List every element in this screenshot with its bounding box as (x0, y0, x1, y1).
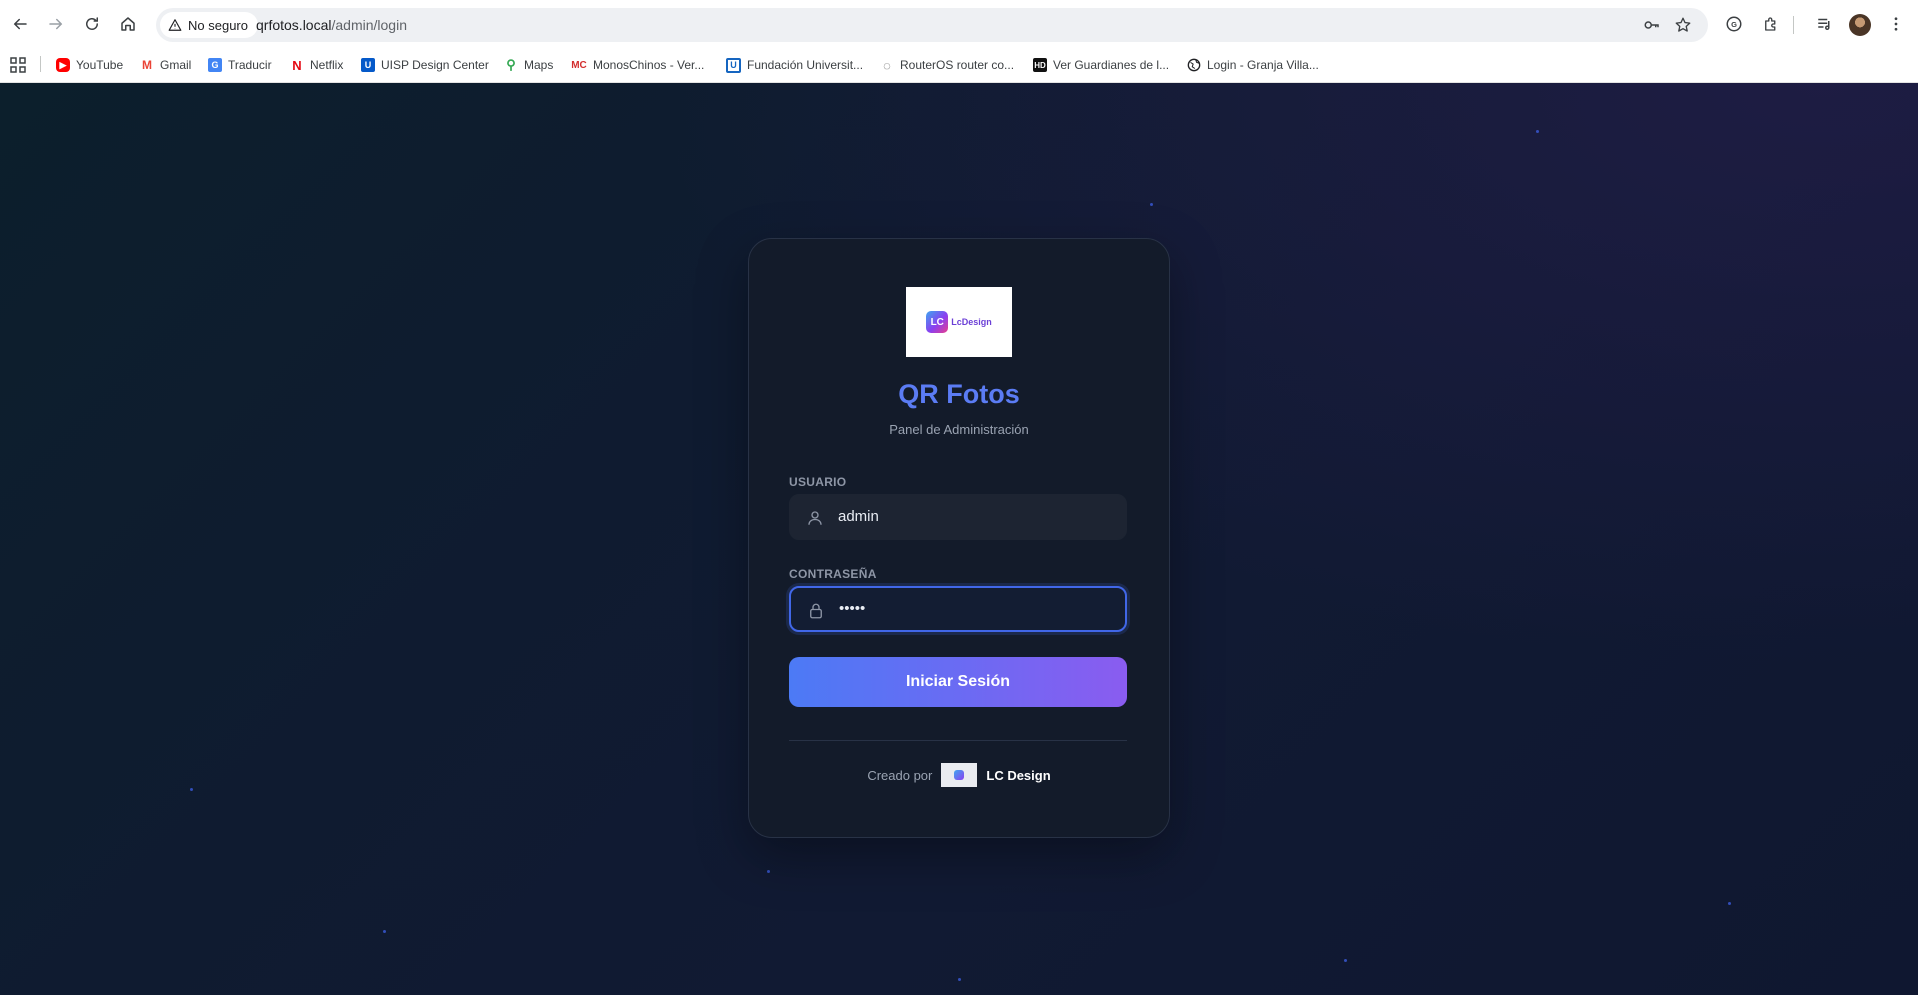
login-card: LC LcDesign QR Fotos Panel de Administra… (748, 238, 1170, 838)
media-control-button[interactable] (1814, 13, 1836, 35)
home-icon (121, 17, 135, 31)
background-dot (1150, 203, 1153, 206)
bookmark-gmail[interactable]: M Gmail (140, 52, 191, 78)
app-title: QR Fotos (898, 379, 1020, 409)
maps-icon: ⚲ (506, 57, 516, 72)
bookmark-label: Gmail (160, 58, 192, 72)
extension-google-icon: G (1726, 16, 1742, 32)
credits: Creado por LC Design (749, 763, 1169, 787)
bookmarks-divider (40, 56, 41, 72)
bookmark-label: YouTube (76, 58, 124, 72)
bookmark-uisp[interactable]: U UISP Design Center (361, 52, 489, 78)
bookmark-maps[interactable]: ⚲ Maps (504, 52, 553, 78)
bookmark-guardianes[interactable]: HD Ver Guardianes de l... (1033, 52, 1169, 78)
profile-avatar[interactable] (1849, 14, 1871, 36)
logo-text: LcDesign (951, 317, 992, 327)
extension-google-button[interactable]: G (1723, 13, 1745, 35)
bookmark-fundacion[interactable]: U Fundación Universit... (726, 52, 863, 78)
background-dot (190, 788, 193, 791)
url-host: qrfotos.local (256, 17, 332, 33)
media-queue-icon (1818, 18, 1830, 30)
password-field[interactable]: ••••• (789, 586, 1127, 632)
password-label: CONTRASEÑA (789, 567, 877, 581)
toolbar-divider (1793, 16, 1794, 34)
back-button[interactable] (8, 12, 32, 36)
bookmark-label: Netflix (310, 58, 344, 72)
bookmark-label: Traducir (228, 58, 272, 72)
password-key-icon[interactable] (1643, 16, 1661, 34)
bookmark-label: RouterOS router co... (900, 58, 1015, 72)
security-chip[interactable]: No seguro (160, 12, 258, 38)
netflix-icon: N (292, 57, 302, 73)
bookmark-label: Fundación Universit... (747, 58, 864, 72)
globe-icon (1187, 58, 1201, 72)
lc-mini-logo-icon (954, 770, 965, 780)
apps-grid-icon (10, 57, 26, 73)
url-path: /admin/login (331, 17, 407, 33)
bookmark-monoschinos[interactable]: MC MonosChinos - Ver... (571, 52, 704, 78)
username-label: USUARIO (789, 475, 847, 489)
bookmark-traducir[interactable]: G Traducir (208, 52, 272, 78)
forward-button[interactable] (44, 12, 68, 36)
security-label: No seguro (188, 17, 248, 33)
home-button[interactable] (116, 12, 140, 36)
bookmark-label: Maps (524, 58, 554, 72)
app-subtitle: Panel de Administración (889, 422, 1029, 437)
reload-icon (86, 17, 98, 30)
background-dot (383, 930, 386, 933)
uisp-icon: U (361, 58, 375, 72)
username-field[interactable]: admin (789, 494, 1127, 540)
background-dot (958, 978, 961, 981)
background-dot (1344, 959, 1347, 962)
address-bar[interactable]: No seguro qrfotos.local/admin/login (156, 8, 1708, 42)
lock-icon (810, 603, 822, 619)
bookmark-netflix[interactable]: N Netflix (290, 52, 343, 78)
brand-logo: LC LcDesign (906, 287, 1012, 357)
bookmark-star-icon[interactable] (1674, 16, 1692, 34)
lc-logo-icon: LC (926, 311, 949, 333)
bookmark-label: Login - Granja Villa... (1207, 58, 1319, 72)
bookmark-label: Ver Guardianes de l... (1053, 58, 1170, 72)
bookmark-label: MonosChinos - Ver... (593, 58, 705, 72)
hd-icon: HD (1033, 58, 1047, 72)
username-value: admin (838, 508, 879, 525)
background-dot (1728, 902, 1731, 905)
arrow-left-icon (13, 18, 27, 30)
password-value: ••••• (839, 600, 866, 617)
monoschinos-icon: MC (571, 59, 587, 71)
credits-logo (941, 763, 978, 787)
url-text[interactable]: qrfotos.local/admin/login (256, 8, 407, 42)
kebab-menu-icon (1894, 17, 1898, 31)
reload-button[interactable] (80, 12, 104, 36)
bookmark-granja[interactable]: Login - Granja Villa... (1187, 52, 1319, 78)
gmail-icon: M (142, 58, 152, 72)
university-icon: U (726, 57, 741, 73)
bookmark-routeros[interactable]: ◌ RouterOS router co... (880, 52, 1014, 78)
warning-icon (168, 19, 182, 31)
login-button[interactable]: Iniciar Sesión (789, 657, 1127, 707)
extensions-button[interactable] (1760, 13, 1782, 35)
menu-button[interactable] (1885, 13, 1907, 35)
routeros-icon: ◌ (883, 57, 891, 73)
background-dot (1536, 130, 1539, 133)
footer-divider (789, 740, 1127, 741)
translate-icon: G (208, 58, 222, 72)
bookmarks-bar: ▶ YouTube M Gmail G Traducir N Netflix U… (0, 48, 1918, 83)
arrow-right-icon (49, 18, 63, 30)
apps-button[interactable] (10, 52, 26, 78)
svg-text:G: G (1731, 20, 1737, 29)
bookmark-label: UISP Design Center (381, 58, 489, 72)
user-icon (808, 511, 822, 525)
background-dot (767, 870, 770, 873)
bookmark-youtube[interactable]: ▶ YouTube (56, 52, 123, 78)
puzzle-icon (1765, 17, 1776, 31)
login-page: LC LcDesign QR Fotos Panel de Administra… (0, 83, 1918, 995)
credits-prefix: Creado por (867, 767, 933, 783)
youtube-icon: ▶ (56, 58, 70, 72)
browser-toolbar: No seguro qrfotos.local/admin/login G (0, 0, 1918, 48)
credits-brand: LC Design (986, 767, 1051, 783)
